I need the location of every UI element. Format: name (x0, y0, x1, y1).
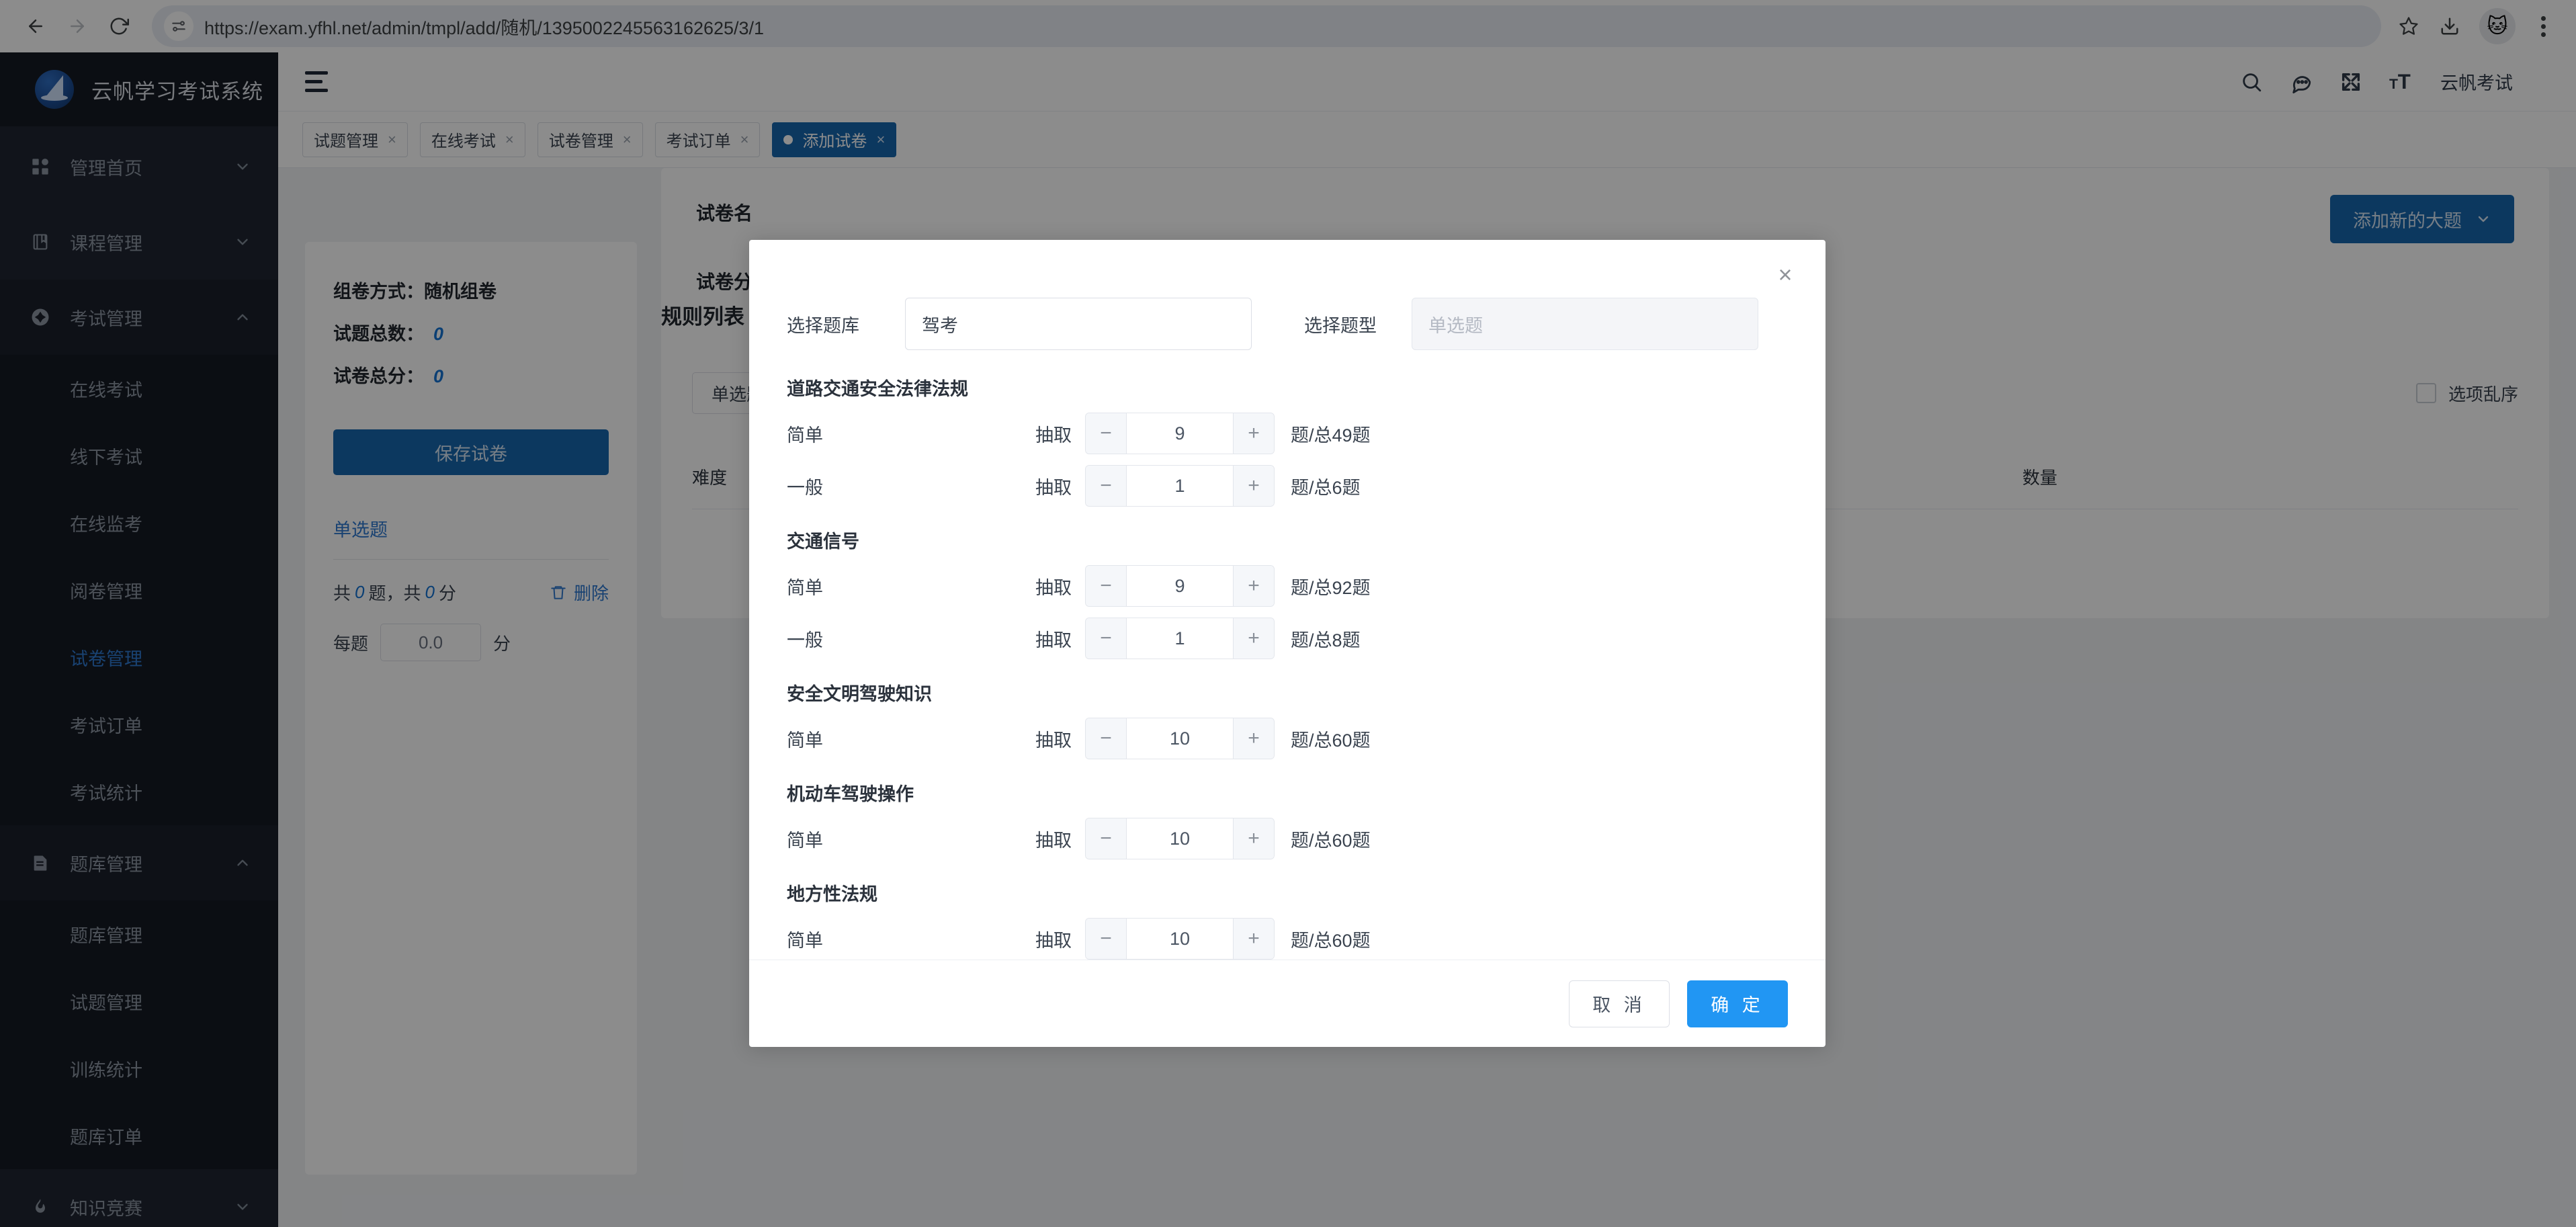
difficulty-label: 一般 (787, 630, 823, 650)
difficulty-row: 简单 抽取 − 10 + 题/总60题 (787, 712, 1788, 765)
close-dialog-button[interactable]: × (1769, 259, 1801, 291)
pick-verb: 抽取 (1035, 630, 1072, 650)
difficulty-label: 简单 (787, 425, 823, 446)
count-stepper[interactable]: − 9 + (1085, 413, 1275, 454)
plus-icon[interactable]: + (1234, 566, 1274, 606)
pick-verb: 抽取 (1035, 730, 1072, 751)
dialog-body: 选择题库 驾考 选择题型 单选题 道路交通安全法律法规 简单 抽取 − 9 + (749, 240, 1826, 960)
category-title: 交通信号 (787, 532, 859, 552)
count-value[interactable]: 10 (1126, 818, 1234, 859)
cancel-button[interactable]: 取 消 (1569, 980, 1670, 1027)
count-value[interactable]: 9 (1126, 413, 1234, 454)
category-title: 道路交通安全法律法规 (787, 379, 968, 399)
pick-verb: 抽取 (1035, 577, 1072, 598)
count-value[interactable]: 1 (1126, 466, 1234, 506)
count-stepper[interactable]: − 1 + (1085, 618, 1275, 659)
total-available-text: 题/总6题 (1291, 477, 1361, 498)
category-title: 机动车驾驶操作 (787, 784, 914, 804)
minus-icon[interactable]: − (1086, 413, 1126, 454)
bank-label: 选择题库 (787, 315, 859, 336)
confirm-button[interactable]: 确 定 (1687, 980, 1788, 1027)
bank-value: 驾考 (922, 315, 958, 336)
total-available-text: 题/总60题 (1291, 730, 1371, 751)
difficulty-label: 简单 (787, 930, 823, 951)
pick-verb: 抽取 (1035, 477, 1072, 498)
random-pick-dialog: × 选择题库 驾考 选择题型 单选题 道路交通安全法律法规 简单 抽取 − 9 … (749, 240, 1826, 1047)
count-stepper[interactable]: − 10 + (1085, 718, 1275, 759)
count-stepper[interactable]: − 10 + (1085, 918, 1275, 960)
minus-icon[interactable]: − (1086, 919, 1126, 959)
question-type-select[interactable]: 单选题 (1412, 298, 1758, 350)
category-title: 安全文明驾驶知识 (787, 684, 932, 704)
count-value[interactable]: 10 (1126, 919, 1234, 959)
difficulty-label: 简单 (787, 577, 823, 598)
close-icon: × (1778, 261, 1793, 288)
plus-icon[interactable]: + (1234, 413, 1274, 454)
minus-icon[interactable]: − (1086, 718, 1126, 759)
total-available-text: 题/总49题 (1291, 425, 1371, 446)
selection-row: 选择题库 驾考 选择题型 单选题 (787, 298, 1788, 350)
count-stepper[interactable]: − 10 + (1085, 818, 1275, 859)
minus-icon[interactable]: − (1086, 818, 1126, 859)
bank-select[interactable]: 驾考 (905, 298, 1252, 350)
minus-icon[interactable]: − (1086, 466, 1126, 506)
count-value[interactable]: 10 (1126, 718, 1234, 759)
total-available-text: 题/总8题 (1291, 630, 1361, 650)
pick-verb: 抽取 (1035, 830, 1072, 851)
difficulty-row: 简单 抽取 − 10 + 题/总60题 (787, 812, 1788, 865)
count-stepper[interactable]: − 9 + (1085, 565, 1275, 607)
type-label: 选择题型 (1304, 315, 1377, 336)
pick-verb: 抽取 (1035, 425, 1072, 446)
pick-verb: 抽取 (1035, 930, 1072, 951)
type-placeholder: 单选题 (1428, 315, 1483, 336)
difficulty-row: 一般 抽取 − 1 + 题/总6题 (787, 460, 1788, 512)
plus-icon[interactable]: + (1234, 919, 1274, 959)
difficulty-row: 简单 抽取 − 9 + 题/总49题 (787, 407, 1788, 460)
count-value[interactable]: 9 (1126, 566, 1234, 606)
plus-icon[interactable]: + (1234, 618, 1274, 659)
difficulty-row: 简单 抽取 − 10 + 题/总60题 (787, 913, 1788, 960)
plus-icon[interactable]: + (1234, 466, 1274, 506)
dialog-footer: 取 消 确 定 (749, 960, 1826, 1047)
minus-icon[interactable]: − (1086, 618, 1126, 659)
count-value[interactable]: 1 (1126, 618, 1234, 659)
difficulty-row: 一般 抽取 − 1 + 题/总8题 (787, 612, 1788, 665)
difficulty-row: 简单 抽取 − 9 + 题/总92题 (787, 560, 1788, 612)
plus-icon[interactable]: + (1234, 818, 1274, 859)
screen-root: https://exam.yfhl.net/admin/tmpl/add/随机/… (0, 0, 2576, 1227)
plus-icon[interactable]: + (1234, 718, 1274, 759)
count-stepper[interactable]: − 1 + (1085, 465, 1275, 507)
difficulty-label: 简单 (787, 730, 823, 751)
total-available-text: 题/总60题 (1291, 930, 1371, 951)
total-available-text: 题/总92题 (1291, 577, 1371, 598)
total-available-text: 题/总60题 (1291, 830, 1371, 851)
category-title: 地方性法规 (787, 884, 877, 904)
minus-icon[interactable]: − (1086, 566, 1126, 606)
difficulty-label: 一般 (787, 477, 823, 498)
difficulty-label: 简单 (787, 830, 823, 851)
